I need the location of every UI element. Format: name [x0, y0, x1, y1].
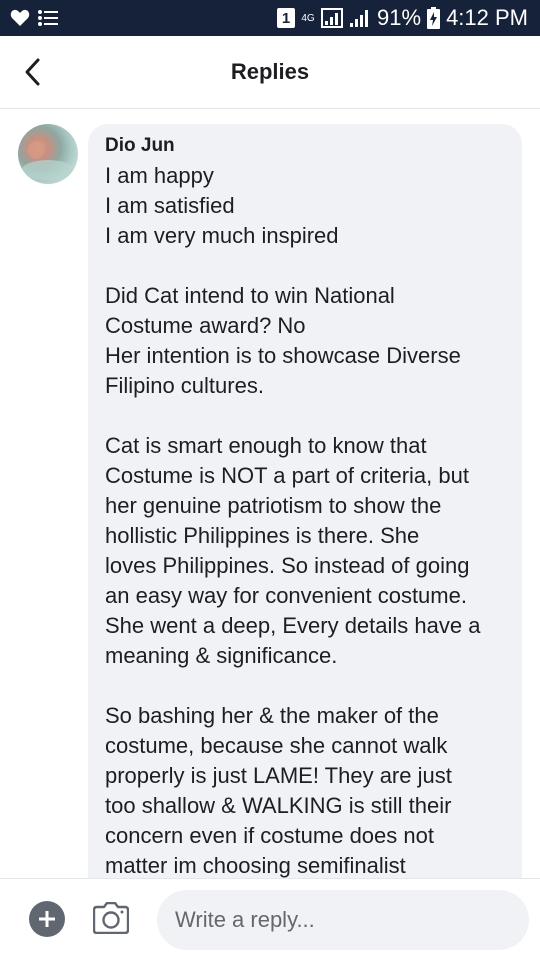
comment-line: Her intention is to showcase Diverse [105, 343, 461, 368]
avatar[interactable] [18, 124, 78, 184]
comment-line: loves Philippines. So instead of going [105, 553, 470, 578]
comment-line [105, 251, 506, 281]
camera-icon [93, 902, 129, 934]
comment-line: costume, because she cannot walk [105, 733, 448, 758]
battery-percent: 91% [377, 5, 422, 30]
chevron-left-icon [25, 58, 40, 86]
add-button[interactable] [29, 901, 65, 937]
comment-line: She went a deep, Every details have a [105, 613, 481, 638]
reply-input[interactable] [157, 890, 529, 950]
signal-icon [321, 8, 344, 28]
sim-badge: 1 [277, 8, 296, 28]
comment-line: hollistic Philippines is there. She [105, 523, 420, 548]
network-type: 4G [301, 12, 315, 24]
comment-line: an easy way for convenient costume. [105, 583, 467, 608]
heart-icon [10, 9, 30, 27]
avatar-photo [22, 141, 74, 180]
page-title: Replies [230, 59, 310, 84]
comment-author[interactable]: Dio Jun [105, 134, 506, 158]
battery-charging-icon [427, 7, 441, 29]
comment-line [105, 671, 506, 701]
reply-composer [0, 878, 540, 961]
comment-line: properly is just LAME! They are just [105, 763, 452, 788]
comment-line: matter im choosing semifinalist [105, 853, 406, 878]
comment-line: meaning & significance. [105, 643, 338, 668]
comment-line: Costume is NOT a part of criteria, but [105, 463, 469, 488]
comment-line: I am happy [105, 163, 214, 188]
comment-bubble: Dio Jun I am happy I am satisfied I am ver… [88, 124, 522, 914]
plus-icon [39, 911, 55, 927]
comment-line: Cat is smart enough to know that [105, 433, 427, 458]
comment-line [105, 401, 506, 431]
comment-line: So bashing her & the maker of the [105, 703, 439, 728]
status-bar-left [10, 9, 58, 27]
comment-line: Filipino cultures. [105, 373, 264, 398]
comment-text: I am happy I am satisfied I am very much i… [105, 161, 506, 881]
comment-line: Did Cat intend to win National [105, 283, 395, 308]
clock: 4:12 PM [446, 5, 528, 30]
comment-line: Costume award? No [105, 313, 306, 338]
comment-line: I am satisfied [105, 193, 235, 218]
status-bar: 1 4G 91% 4:12 PM [0, 0, 540, 36]
comment-line: too shallow & WALKING is still their [105, 793, 452, 818]
signal-bars-icon [349, 8, 371, 28]
status-bar-right: 1 4G 91% 4:12 PM [277, 5, 528, 31]
notification-list-icon [38, 9, 58, 27]
comment-line: concern even if costume does not [105, 823, 434, 848]
camera-button[interactable] [92, 899, 130, 937]
replies-header: Replies [0, 36, 540, 109]
comment-line: I am very much inspired [105, 223, 339, 248]
back-button[interactable] [14, 54, 50, 90]
comment-line: her genuine patriotism to show the [105, 493, 442, 518]
